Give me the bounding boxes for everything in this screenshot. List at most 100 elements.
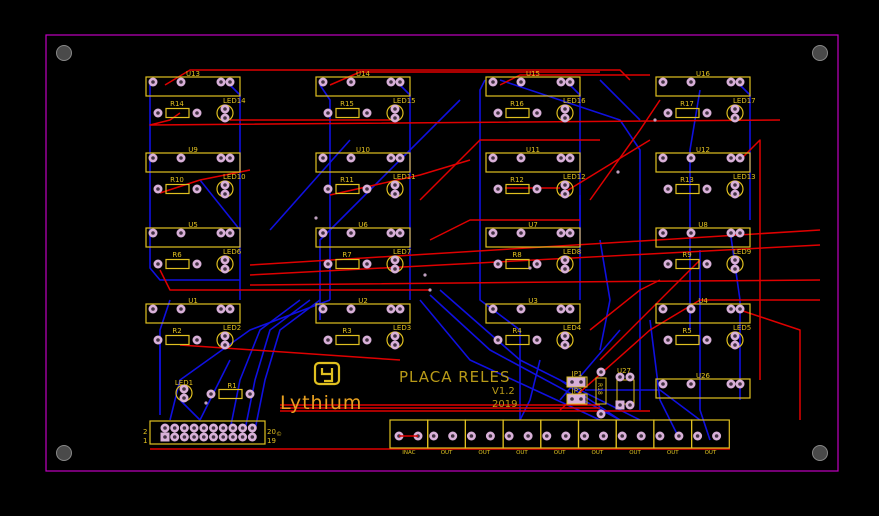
- pad-hole: [431, 434, 436, 438]
- header-pin19-label: 19: [267, 437, 276, 445]
- pad-hole: [714, 434, 719, 438]
- pad-hole: [393, 192, 397, 196]
- board-title: PLACA RELES: [399, 368, 511, 386]
- pad-hole: [393, 183, 397, 187]
- pad-hole: [738, 156, 742, 160]
- pad-hole: [182, 396, 186, 400]
- relay-module-u26: U26: [655, 372, 751, 399]
- pad-hole: [496, 111, 500, 115]
- pad-hole: [393, 267, 397, 271]
- pad-hole: [326, 338, 330, 342]
- terminal-label: OUT: [478, 450, 490, 456]
- resistor-label: R1: [227, 382, 236, 390]
- relay-label: U11: [526, 146, 540, 154]
- pad-hole: [729, 80, 733, 84]
- header-pin20-label: 20: [267, 428, 276, 436]
- header-pin1-label: 1: [143, 437, 147, 445]
- pad-hole: [568, 80, 572, 84]
- relay-module-u9: U9 R10 LED10: [145, 146, 246, 199]
- pad-hole: [163, 435, 167, 439]
- relay-label: U4: [698, 297, 708, 305]
- resistor-outline: [165, 183, 190, 195]
- pad-hole: [666, 111, 670, 115]
- resistor-label: R5: [682, 327, 691, 335]
- pad-hole: [559, 156, 563, 160]
- pad-hole: [729, 307, 733, 311]
- pad-hole: [202, 426, 206, 430]
- pad-hole: [211, 435, 216, 439]
- pad-hole: [389, 307, 393, 311]
- relay-module-u1: U1 R2 LED2: [145, 297, 241, 350]
- bottom-trace: [699, 250, 711, 441]
- led-label: LED9: [733, 248, 751, 256]
- pad-hole: [666, 338, 670, 342]
- relay-outline: [485, 152, 581, 173]
- pad-hole: [738, 80, 742, 84]
- top-trace: [559, 139, 651, 196]
- pad-hole: [389, 156, 393, 160]
- pad-hole: [658, 434, 662, 438]
- led-label: LED6: [223, 248, 242, 256]
- pad-hole: [151, 80, 155, 84]
- pad-hole: [192, 426, 196, 430]
- led-label: LED14: [223, 97, 246, 105]
- pad-hole: [219, 307, 223, 311]
- led-label: LED1: [175, 379, 193, 387]
- terminal-label: OUT: [667, 450, 679, 456]
- pad-hole: [393, 334, 397, 338]
- relay-label: U2: [358, 297, 368, 305]
- resistor-outline: [505, 334, 530, 346]
- pad-hole: [365, 338, 369, 342]
- relay-label: U14: [356, 70, 371, 78]
- led-label: LED5: [733, 324, 751, 332]
- via: [528, 266, 532, 270]
- pad-hole: [365, 187, 369, 191]
- pad-hole: [228, 307, 232, 311]
- terminal-label: OUT: [554, 450, 566, 456]
- relay-module-u12: U12 R13 LED13: [655, 146, 756, 199]
- bottom-trace: [599, 79, 641, 121]
- terminal-label: INAC: [402, 450, 415, 456]
- pad-hole: [733, 107, 737, 111]
- board-version: V1.2: [492, 386, 515, 397]
- relay-label: U15: [526, 70, 540, 78]
- relay-module-u13: U13 R14 LED14: [145, 70, 246, 123]
- pad-hole: [661, 231, 665, 235]
- pad-hole: [151, 156, 155, 160]
- pad-hole: [733, 258, 737, 262]
- led-label: LED3: [393, 324, 411, 332]
- brand-text: Lythium: [280, 392, 362, 414]
- relay-label: U6: [358, 221, 368, 229]
- pad-hole: [365, 262, 369, 266]
- pad-hole: [620, 434, 624, 438]
- pad-hole: [223, 334, 227, 338]
- resistor-outline: [505, 183, 530, 195]
- pad-hole: [151, 231, 155, 235]
- pad-hole: [228, 80, 232, 84]
- pad-hole: [326, 187, 330, 191]
- pad-hole: [628, 403, 632, 407]
- pad-hole: [661, 80, 665, 84]
- resistor-label: R14: [170, 100, 184, 108]
- pad-hole: [563, 116, 567, 120]
- pad-hole: [156, 187, 160, 191]
- relay-outline: [145, 152, 241, 173]
- lythium-logo: [313, 361, 341, 386]
- header-pin2-label: 2: [143, 428, 147, 436]
- pad-hole: [689, 307, 693, 311]
- relay-module-u11: U11 R12 LED12: [485, 146, 586, 199]
- relay-label: U5: [188, 221, 198, 229]
- pcb-layout: U13 R14 LED14 U14 R15 LED15 U15 R16 LED16 U16 R17 L…: [45, 34, 839, 472]
- u27-outline: [616, 379, 635, 405]
- pad-hole: [248, 392, 252, 396]
- pad-hole: [559, 231, 563, 235]
- pad-hole: [729, 382, 733, 386]
- pad-hole: [172, 435, 177, 439]
- pad-hole: [599, 412, 603, 416]
- pad-hole: [192, 435, 196, 439]
- pad-hole: [689, 156, 693, 160]
- pad-hole: [535, 111, 539, 115]
- pad-hole: [496, 262, 500, 266]
- resistor-outline: [335, 334, 360, 346]
- resistor-label: R8: [512, 251, 521, 259]
